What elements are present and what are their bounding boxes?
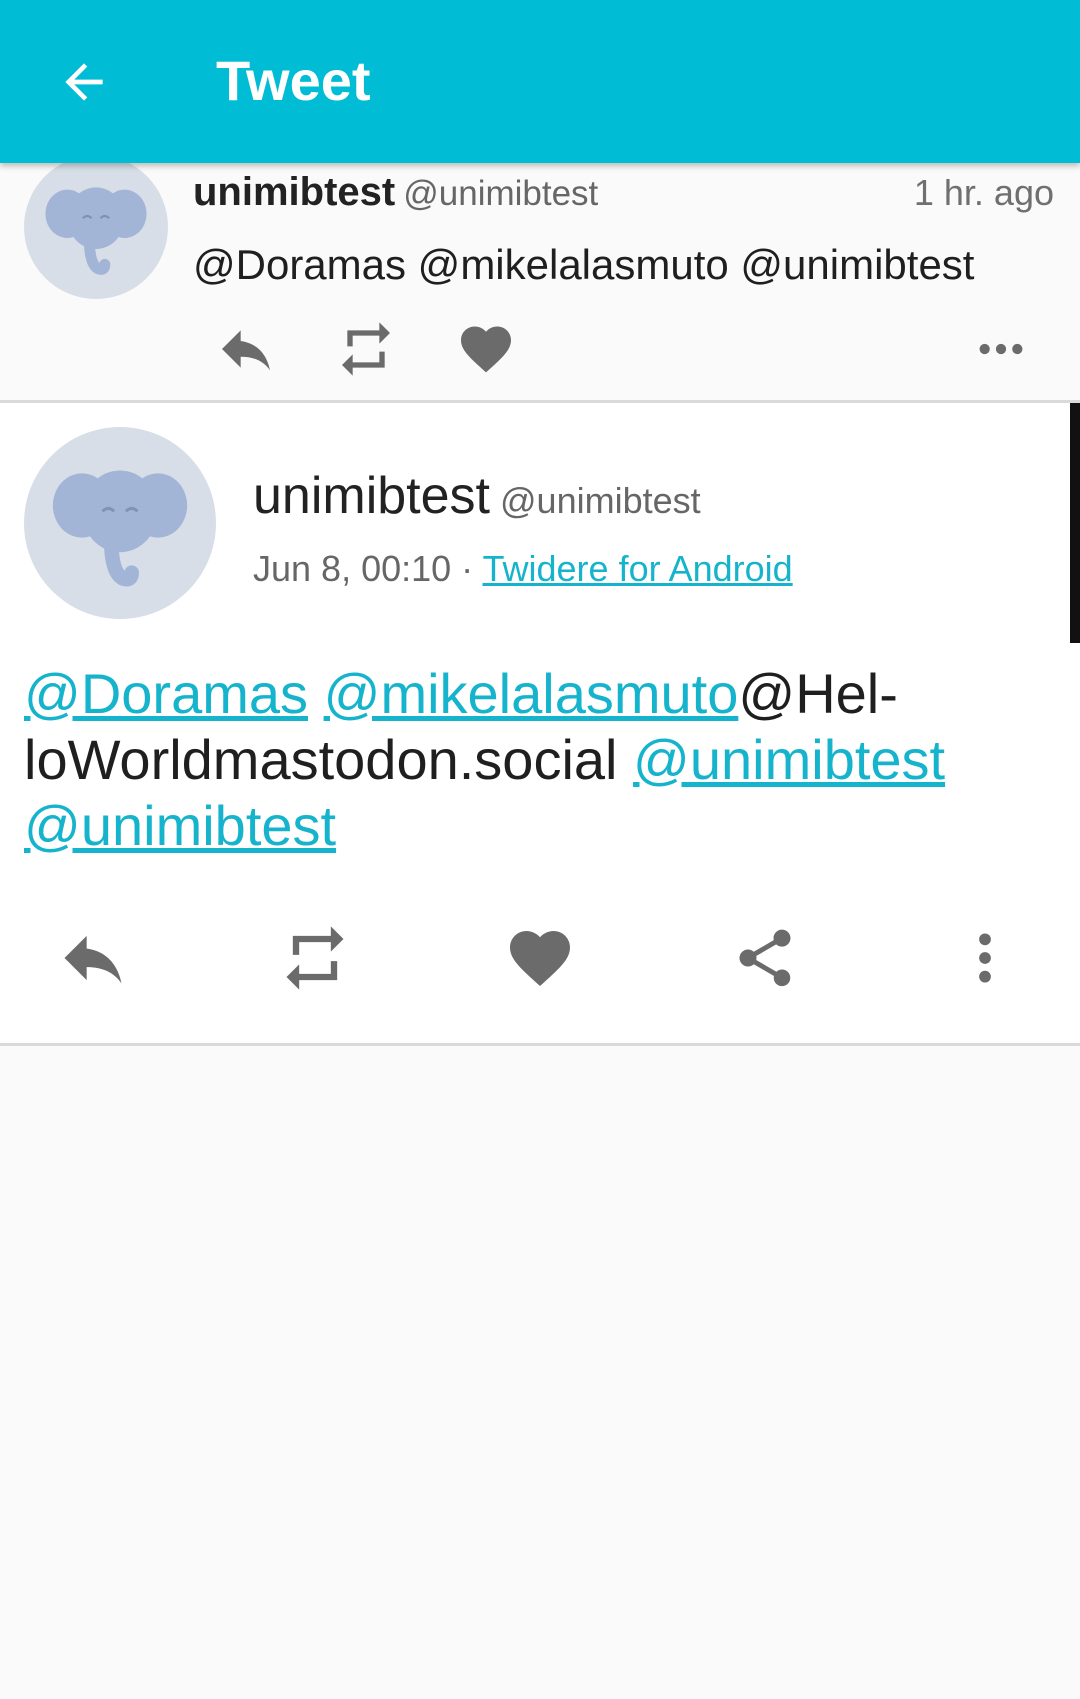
- retweet-icon[interactable]: [330, 313, 402, 385]
- elephant-avatar-icon: [52, 470, 188, 587]
- tweet-text: @Doramas @mikelalasmuto @unimibtest: [193, 241, 975, 288]
- retweet-icon[interactable]: [270, 913, 360, 1003]
- favorite-icon[interactable]: [450, 313, 522, 385]
- app-bar: Tweet: [0, 0, 1080, 163]
- tweet-actions: [0, 313, 1080, 383]
- tweet-actions: [0, 913, 1080, 1013]
- author-handle: @unimibtest: [500, 480, 701, 521]
- avatar[interactable]: [24, 427, 216, 619]
- parent-tweet[interactable]: unimibtest @unimibtest 1 hr. ago @Doramas…: [0, 155, 1080, 403]
- body-space: [308, 662, 324, 725]
- scrollbar[interactable]: [1070, 403, 1080, 643]
- tweet-time: 1 hr. ago: [913, 172, 1054, 213]
- mention-link[interactable]: @Doramas: [24, 662, 308, 725]
- more-vertical-icon[interactable]: [940, 913, 1030, 1003]
- author-name-text: unimibtest: [193, 170, 396, 214]
- mention-link[interactable]: @unimibtest: [633, 728, 945, 791]
- source-link[interactable]: Twidere for Android: [483, 548, 793, 589]
- tweet-meta: Jun 8, 00:10 · Twidere for Android: [253, 547, 793, 591]
- meta-separator: ·: [451, 548, 483, 589]
- tweet-date: Jun 8, 00:10: [253, 548, 452, 589]
- tweet-detail: unimibtest @unimibtest Jun 8, 00:10 · Twi…: [0, 403, 1080, 1046]
- more-horizontal-icon[interactable]: [965, 313, 1037, 385]
- elephant-avatar-icon: [45, 187, 147, 275]
- favorite-icon[interactable]: [495, 913, 585, 1003]
- author-name[interactable]: unimibtest @unimibtest: [253, 465, 701, 532]
- empty-area: [0, 1046, 1080, 1699]
- share-icon[interactable]: [720, 913, 810, 1003]
- body-text: @Hel-: [738, 662, 898, 725]
- author-handle: @unimibtest: [403, 174, 599, 213]
- mention-link[interactable]: @unimibtest: [24, 794, 336, 857]
- reply-icon[interactable]: [210, 313, 282, 385]
- author-name[interactable]: unimibtest @unimibtest: [193, 167, 598, 219]
- tweet-body: @Doramas @mikelalasmuto@Hel-loWorldmasto…: [24, 661, 1034, 859]
- body-text: loWorldmastodon.social: [24, 728, 618, 791]
- avatar[interactable]: [24, 155, 168, 299]
- page-title: Tweet: [216, 49, 371, 112]
- back-arrow-icon[interactable]: [52, 50, 116, 114]
- body-space: [617, 728, 633, 791]
- mention-link[interactable]: @mikelalasmuto: [324, 662, 739, 725]
- reply-icon[interactable]: [48, 913, 138, 1003]
- author-name-text: unimibtest: [253, 467, 490, 525]
